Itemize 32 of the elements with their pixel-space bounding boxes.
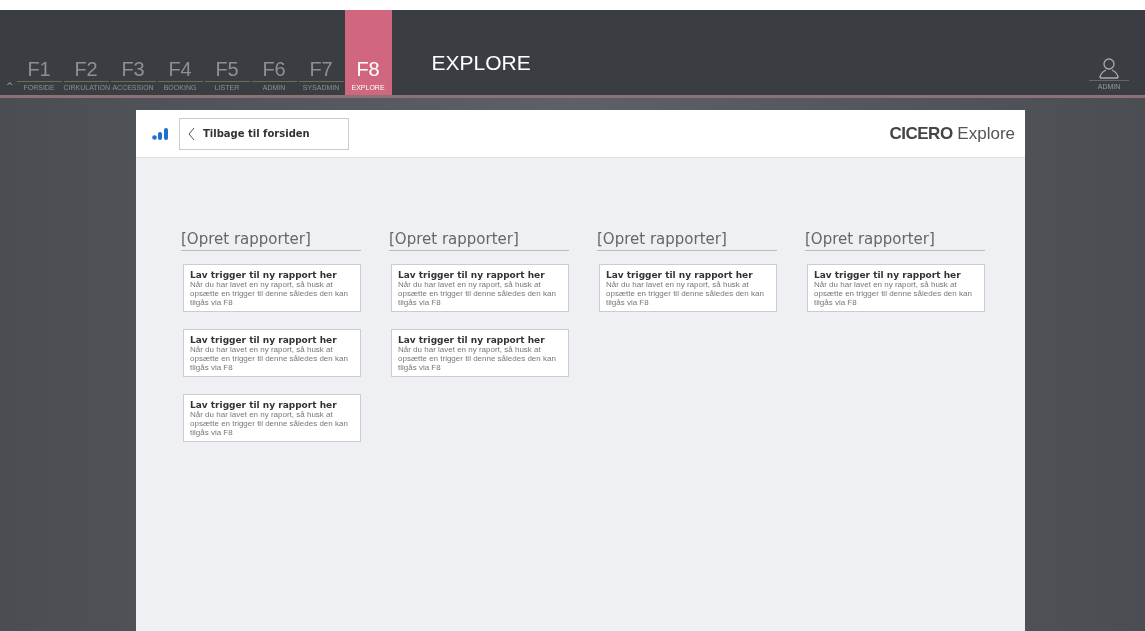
card-title: Lav trigger til ny rapport her	[190, 400, 338, 410]
logo: CICERO Explore	[889, 123, 1015, 144]
section-heading: [Opret rapporter]	[597, 230, 777, 251]
report-card[interactable]: Lav trigger til ny rapport her Når du har lavet en ny raport, så husk at opsætte en trigger til denne således den kan tilgås via F8	[391, 264, 569, 312]
report-card[interactable]: Lav trigger til ny rapport her Når du har lavet en ny raport, så husk at opsætte en trigger til denne således den kan tilgås via F8	[183, 264, 361, 312]
section-heading: [Opret rapporter]	[805, 230, 985, 251]
report-card[interactable]: Lav trigger til ny rapport her Når du har lavet en ny raport, så husk at opsætte en trigger til denne således den kan tilgås via F8	[807, 264, 985, 312]
report-card[interactable]: Lav trigger til ny rapport her Når du har lavet en ny raport, så husk at opsætte en trigger til denne således den kan tilgås via F8	[183, 394, 361, 442]
card-title: Lav trigger til ny rapport her	[190, 335, 338, 345]
page-title: EXPLORE	[431, 51, 532, 75]
report-card[interactable]: Lav trigger til ny rapport her Når du har lavet en ny raport, så husk at opsætte en trigger til denne således den kan tilgås via F8	[183, 329, 361, 377]
report-card[interactable]: Lav trigger til ny rapport her Når du har lavet en ny raport, så husk at opsætte en trigger til denne således den kan tilgås via F8	[391, 329, 569, 377]
back-button[interactable]: Tilbage til forsiden	[179, 117, 349, 150]
signal-bars-icon	[152, 127, 169, 140]
chevron-left-icon	[188, 126, 195, 141]
card-description: Når du har lavet en ny raport, så husk at opsætte en trigger til denne således den kan tilgås via F8	[190, 280, 349, 307]
card-title: Lav trigger til ny rapport her	[398, 270, 546, 280]
card-title: Lav trigger til ny rapport her	[606, 270, 754, 280]
collapse-toggle[interactable]: ^	[0, 81, 16, 95]
section-heading: [Opret rapporter]	[389, 230, 569, 251]
card-description: Når du har lavet en ny raport, så husk at opsætte en trigger til denne således den kan tilgås via F8	[606, 280, 765, 307]
card-description: Når du har lavet en ny raport, så husk at opsætte en trigger til denne således den kan tilgås via F8	[814, 280, 973, 307]
card-description: Når du har lavet en ny raport, så husk at opsætte en trigger til denne således den kan tilgås via F8	[398, 345, 557, 372]
card-title: Lav trigger til ny rapport her	[398, 335, 546, 345]
card-description: Når du har lavet en ny raport, så husk at opsætte en trigger til denne således den kan tilgås via F8	[398, 280, 557, 307]
card-title: Lav trigger til ny rapport her	[814, 270, 962, 280]
user-icon	[1097, 56, 1121, 80]
card-description: Når du har lavet en ny raport, så husk at opsætte en trigger til denne således den kan tilgås via F8	[190, 345, 349, 372]
card-title: Lav trigger til ny rapport her	[190, 270, 338, 280]
card-description: Når du har lavet en ny raport, så husk at opsætte en trigger til denne således den kan tilgås via F8	[190, 410, 349, 437]
section-heading: [Opret rapporter]	[181, 230, 361, 251]
report-card[interactable]: Lav trigger til ny rapport her Når du har lavet en ny raport, så husk at opsætte en trigger til denne således den kan tilgås via F8	[599, 264, 777, 312]
